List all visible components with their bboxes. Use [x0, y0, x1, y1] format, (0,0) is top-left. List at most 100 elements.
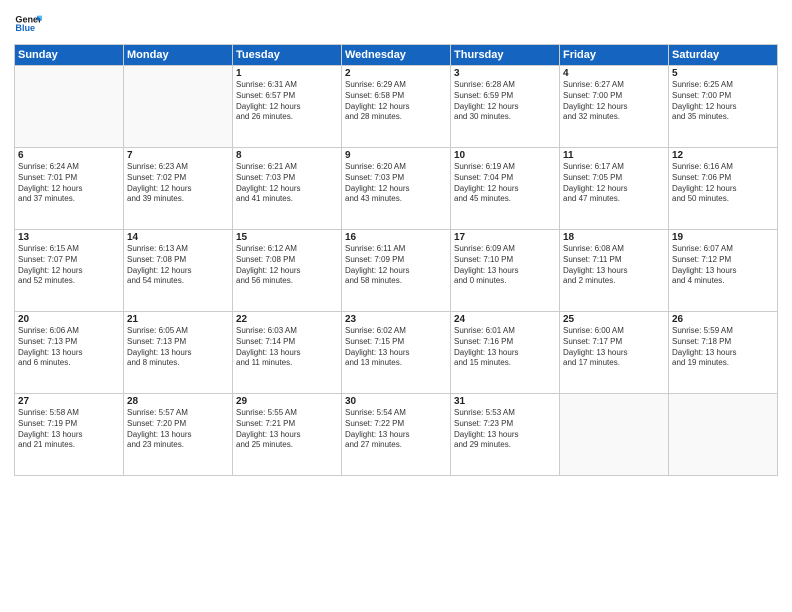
- calendar-cell: 30Sunrise: 5:54 AM Sunset: 7:22 PM Dayli…: [342, 394, 451, 476]
- day-info: Sunrise: 5:59 AM Sunset: 7:18 PM Dayligh…: [672, 326, 774, 369]
- calendar-cell: [560, 394, 669, 476]
- day-number: 28: [127, 396, 229, 407]
- day-number: 3: [454, 68, 556, 79]
- calendar-week-row: 20Sunrise: 6:06 AM Sunset: 7:13 PM Dayli…: [15, 312, 778, 394]
- calendar-cell: 20Sunrise: 6:06 AM Sunset: 7:13 PM Dayli…: [15, 312, 124, 394]
- day-number: 1: [236, 68, 338, 79]
- day-number: 7: [127, 150, 229, 161]
- calendar-cell: 23Sunrise: 6:02 AM Sunset: 7:15 PM Dayli…: [342, 312, 451, 394]
- day-info: Sunrise: 6:13 AM Sunset: 7:08 PM Dayligh…: [127, 244, 229, 287]
- calendar-cell: 6Sunrise: 6:24 AM Sunset: 7:01 PM Daylig…: [15, 148, 124, 230]
- weekday-monday: Monday: [124, 45, 233, 66]
- day-info: Sunrise: 6:31 AM Sunset: 6:57 PM Dayligh…: [236, 80, 338, 123]
- day-number: 12: [672, 150, 774, 161]
- day-info: Sunrise: 6:21 AM Sunset: 7:03 PM Dayligh…: [236, 162, 338, 205]
- calendar-cell: 29Sunrise: 5:55 AM Sunset: 7:21 PM Dayli…: [233, 394, 342, 476]
- day-info: Sunrise: 5:55 AM Sunset: 7:21 PM Dayligh…: [236, 408, 338, 451]
- calendar-cell: 17Sunrise: 6:09 AM Sunset: 7:10 PM Dayli…: [451, 230, 560, 312]
- header: General Blue: [14, 10, 778, 38]
- day-number: 9: [345, 150, 447, 161]
- day-info: Sunrise: 6:12 AM Sunset: 7:08 PM Dayligh…: [236, 244, 338, 287]
- day-info: Sunrise: 5:53 AM Sunset: 7:23 PM Dayligh…: [454, 408, 556, 451]
- calendar-cell: 4Sunrise: 6:27 AM Sunset: 7:00 PM Daylig…: [560, 66, 669, 148]
- day-number: 29: [236, 396, 338, 407]
- day-number: 22: [236, 314, 338, 325]
- calendar-cell: 15Sunrise: 6:12 AM Sunset: 7:08 PM Dayli…: [233, 230, 342, 312]
- day-info: Sunrise: 6:29 AM Sunset: 6:58 PM Dayligh…: [345, 80, 447, 123]
- day-info: Sunrise: 6:07 AM Sunset: 7:12 PM Dayligh…: [672, 244, 774, 287]
- day-info: Sunrise: 6:06 AM Sunset: 7:13 PM Dayligh…: [18, 326, 120, 369]
- calendar-cell: 2Sunrise: 6:29 AM Sunset: 6:58 PM Daylig…: [342, 66, 451, 148]
- day-number: 25: [563, 314, 665, 325]
- calendar-cell: 12Sunrise: 6:16 AM Sunset: 7:06 PM Dayli…: [669, 148, 778, 230]
- calendar-container: General Blue SundayMondayTuesdayWednesda…: [0, 0, 792, 612]
- day-number: 11: [563, 150, 665, 161]
- weekday-header-row: SundayMondayTuesdayWednesdayThursdayFrid…: [15, 45, 778, 66]
- day-info: Sunrise: 6:17 AM Sunset: 7:05 PM Dayligh…: [563, 162, 665, 205]
- day-number: 10: [454, 150, 556, 161]
- day-number: 2: [345, 68, 447, 79]
- calendar-week-row: 6Sunrise: 6:24 AM Sunset: 7:01 PM Daylig…: [15, 148, 778, 230]
- calendar-cell: 11Sunrise: 6:17 AM Sunset: 7:05 PM Dayli…: [560, 148, 669, 230]
- logo: General Blue: [14, 10, 42, 38]
- calendar-cell: 5Sunrise: 6:25 AM Sunset: 7:00 PM Daylig…: [669, 66, 778, 148]
- day-info: Sunrise: 6:01 AM Sunset: 7:16 PM Dayligh…: [454, 326, 556, 369]
- day-number: 23: [345, 314, 447, 325]
- day-info: Sunrise: 6:09 AM Sunset: 7:10 PM Dayligh…: [454, 244, 556, 287]
- day-number: 31: [454, 396, 556, 407]
- day-number: 26: [672, 314, 774, 325]
- day-number: 13: [18, 232, 120, 243]
- calendar-cell: 9Sunrise: 6:20 AM Sunset: 7:03 PM Daylig…: [342, 148, 451, 230]
- day-info: Sunrise: 6:19 AM Sunset: 7:04 PM Dayligh…: [454, 162, 556, 205]
- calendar-cell: 27Sunrise: 5:58 AM Sunset: 7:19 PM Dayli…: [15, 394, 124, 476]
- calendar-table: SundayMondayTuesdayWednesdayThursdayFrid…: [14, 44, 778, 476]
- calendar-cell: 7Sunrise: 6:23 AM Sunset: 7:02 PM Daylig…: [124, 148, 233, 230]
- calendar-cell: 1Sunrise: 6:31 AM Sunset: 6:57 PM Daylig…: [233, 66, 342, 148]
- day-info: Sunrise: 6:27 AM Sunset: 7:00 PM Dayligh…: [563, 80, 665, 123]
- calendar-cell: 19Sunrise: 6:07 AM Sunset: 7:12 PM Dayli…: [669, 230, 778, 312]
- day-info: Sunrise: 5:57 AM Sunset: 7:20 PM Dayligh…: [127, 408, 229, 451]
- day-number: 17: [454, 232, 556, 243]
- calendar-cell: 24Sunrise: 6:01 AM Sunset: 7:16 PM Dayli…: [451, 312, 560, 394]
- day-info: Sunrise: 6:02 AM Sunset: 7:15 PM Dayligh…: [345, 326, 447, 369]
- calendar-cell: 18Sunrise: 6:08 AM Sunset: 7:11 PM Dayli…: [560, 230, 669, 312]
- day-info: Sunrise: 5:58 AM Sunset: 7:19 PM Dayligh…: [18, 408, 120, 451]
- day-info: Sunrise: 6:00 AM Sunset: 7:17 PM Dayligh…: [563, 326, 665, 369]
- calendar-cell: 10Sunrise: 6:19 AM Sunset: 7:04 PM Dayli…: [451, 148, 560, 230]
- calendar-cell: 21Sunrise: 6:05 AM Sunset: 7:13 PM Dayli…: [124, 312, 233, 394]
- day-info: Sunrise: 6:24 AM Sunset: 7:01 PM Dayligh…: [18, 162, 120, 205]
- calendar-cell: 31Sunrise: 5:53 AM Sunset: 7:23 PM Dayli…: [451, 394, 560, 476]
- day-number: 6: [18, 150, 120, 161]
- weekday-saturday: Saturday: [669, 45, 778, 66]
- day-number: 19: [672, 232, 774, 243]
- weekday-thursday: Thursday: [451, 45, 560, 66]
- calendar-cell: 22Sunrise: 6:03 AM Sunset: 7:14 PM Dayli…: [233, 312, 342, 394]
- calendar-cell: [669, 394, 778, 476]
- day-number: 16: [345, 232, 447, 243]
- day-info: Sunrise: 6:03 AM Sunset: 7:14 PM Dayligh…: [236, 326, 338, 369]
- calendar-cell: 28Sunrise: 5:57 AM Sunset: 7:20 PM Dayli…: [124, 394, 233, 476]
- weekday-wednesday: Wednesday: [342, 45, 451, 66]
- day-info: Sunrise: 5:54 AM Sunset: 7:22 PM Dayligh…: [345, 408, 447, 451]
- calendar-cell: 16Sunrise: 6:11 AM Sunset: 7:09 PM Dayli…: [342, 230, 451, 312]
- calendar-cell: 26Sunrise: 5:59 AM Sunset: 7:18 PM Dayli…: [669, 312, 778, 394]
- logo-icon: General Blue: [14, 10, 42, 38]
- calendar-cell: 25Sunrise: 6:00 AM Sunset: 7:17 PM Dayli…: [560, 312, 669, 394]
- day-info: Sunrise: 6:23 AM Sunset: 7:02 PM Dayligh…: [127, 162, 229, 205]
- day-number: 27: [18, 396, 120, 407]
- day-info: Sunrise: 6:15 AM Sunset: 7:07 PM Dayligh…: [18, 244, 120, 287]
- calendar-cell: [15, 66, 124, 148]
- day-number: 8: [236, 150, 338, 161]
- day-info: Sunrise: 6:25 AM Sunset: 7:00 PM Dayligh…: [672, 80, 774, 123]
- weekday-friday: Friday: [560, 45, 669, 66]
- day-number: 21: [127, 314, 229, 325]
- day-info: Sunrise: 6:28 AM Sunset: 6:59 PM Dayligh…: [454, 80, 556, 123]
- svg-text:Blue: Blue: [15, 23, 35, 33]
- calendar-cell: 14Sunrise: 6:13 AM Sunset: 7:08 PM Dayli…: [124, 230, 233, 312]
- day-number: 24: [454, 314, 556, 325]
- day-number: 14: [127, 232, 229, 243]
- day-info: Sunrise: 6:16 AM Sunset: 7:06 PM Dayligh…: [672, 162, 774, 205]
- day-info: Sunrise: 6:08 AM Sunset: 7:11 PM Dayligh…: [563, 244, 665, 287]
- calendar-cell: 3Sunrise: 6:28 AM Sunset: 6:59 PM Daylig…: [451, 66, 560, 148]
- calendar-week-row: 13Sunrise: 6:15 AM Sunset: 7:07 PM Dayli…: [15, 230, 778, 312]
